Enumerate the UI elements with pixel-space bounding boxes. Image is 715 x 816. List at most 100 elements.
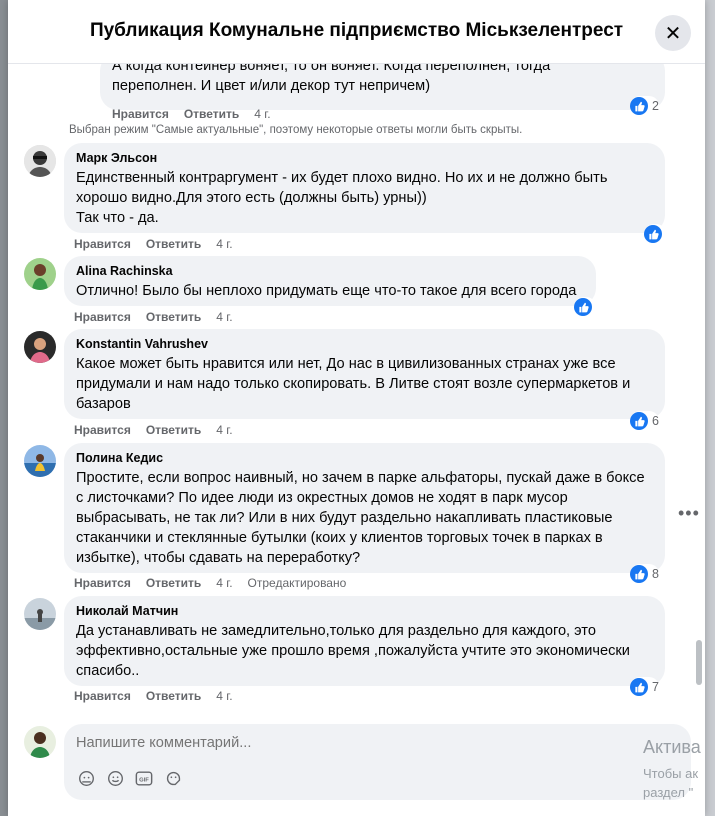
comment-time[interactable]: 4 г. [216, 237, 232, 251]
comment-text: Какое может быть нравится или нет, До на… [76, 354, 653, 414]
like-thumb-icon [630, 97, 648, 115]
like-thumb-icon [630, 565, 648, 583]
comment-text-line: А когда контейнер воняет, то он воняет. … [112, 63, 551, 74]
comment-actions: Нравится Ответить 4 г. [74, 423, 248, 437]
scrollbar-thumb[interactable] [696, 640, 702, 685]
comment-text-line: стаканчики и стеклянные бутылки (коих у … [76, 530, 603, 546]
comment-text-line: выбрасывать, не так ли? Или в них будут … [76, 510, 613, 526]
comments-scroll-area[interactable]: А когда контейнер воняет, то он воняет. … [8, 63, 705, 713]
like-link[interactable]: Нравится [74, 689, 131, 703]
comment-bubble: Полина Кедис Простите, если вопрос наивн… [64, 443, 665, 573]
reply-link[interactable]: Ответить [146, 423, 201, 437]
comment-text-line: Какое может быть нравится или нет, До на… [76, 356, 616, 372]
comment-text: Единственный контраргумент - их будет пл… [76, 168, 653, 228]
reaction-number: 7 [652, 680, 659, 694]
comment-text-line: эффективно,остальные уже прошло время ,п… [76, 643, 630, 659]
avatar[interactable] [24, 145, 56, 177]
comment-text-line: придумали и нам надо только скопировать.… [76, 376, 631, 392]
avatar[interactable] [24, 331, 56, 363]
avatar-sticker-icon[interactable] [76, 768, 96, 788]
comment-author[interactable]: Konstantin Vahrushev [76, 337, 653, 351]
comment-text-line: базаров [76, 396, 131, 412]
composer-toolbar: GIF [76, 768, 183, 788]
comment-actions: Нравится Ответить 4 г. [74, 237, 248, 251]
comment-author[interactable]: Полина Кедис [76, 451, 653, 465]
comment-author[interactable]: Николай Матчин [76, 604, 653, 618]
comment-text-line: избытке), чтобы сдавать на переработку? [76, 550, 361, 566]
comment-text: А когда контейнер воняет, то он воняет. … [112, 63, 653, 96]
comment-text-line: Отлично! Было бы неплохо придумать еще ч… [76, 283, 577, 299]
comment-input[interactable] [74, 734, 638, 752]
emoji-icon[interactable] [105, 768, 125, 788]
comment-author[interactable]: Alina Rachinska [76, 264, 584, 278]
reply-link[interactable]: Ответить [146, 576, 201, 590]
edited-label[interactable]: Отредактировано [248, 576, 347, 590]
comment-text-line: Так что - да. [76, 210, 159, 226]
reaction-number: 2 [652, 99, 659, 113]
comment-time[interactable]: 4 г. [254, 107, 270, 121]
comment-author[interactable]: Марк Эльсон [76, 151, 653, 165]
filter-notice: Выбран режим "Самые актуальные", поэтому… [69, 124, 523, 136]
reaction-count[interactable] [574, 297, 596, 317]
watermark-line: раздел " [643, 785, 694, 800]
comment-text-line: Простите, если вопрос наивный, но зачем … [76, 470, 645, 486]
like-link[interactable]: Нравится [74, 237, 131, 251]
activation-watermark: Актива [643, 737, 701, 757]
like-link[interactable]: Нравится [112, 107, 169, 121]
reaction-count[interactable]: 6 [630, 411, 659, 431]
close-icon: ✕ [664, 22, 682, 45]
reaction-count[interactable]: 7 [630, 677, 659, 697]
comment-bubble: Марк Эльсон Единственный контраргумент -… [64, 143, 665, 233]
comment-text-line: Единственный контраргумент - их будет пл… [76, 170, 608, 186]
comment-text: Простите, если вопрос наивный, но зачем … [76, 468, 653, 568]
reaction-count[interactable] [644, 224, 666, 244]
like-link[interactable]: Нравится [74, 576, 131, 590]
comment-composer: GIF [8, 713, 705, 816]
like-thumb-icon [574, 298, 592, 316]
reaction-number: 6 [652, 414, 659, 428]
comment-text-line: переполнен. И цвет и/или декор тут непри… [112, 78, 431, 94]
comment-text: Отлично! Было бы неплохо придумать еще ч… [76, 281, 584, 301]
dialog-header: Публикация Комунальне підприємство Міськ… [8, 0, 705, 64]
avatar[interactable] [24, 258, 56, 290]
watermark-line: Чтобы ак [643, 766, 699, 781]
dialog-title: Публикация Комунальне підприємство Міськ… [89, 20, 624, 41]
comment-text-line: спасибо.. [76, 663, 140, 679]
avatar[interactable] [24, 445, 56, 477]
comment-text: Да устанавливать не замедлительно,только… [76, 621, 653, 681]
gif-icon[interactable]: GIF [134, 768, 154, 788]
comment-actions: Нравится Ответить 4 г. [74, 689, 248, 703]
comment-actions: Нравится Ответить 4 г. Отредактировано [74, 576, 361, 590]
background-page [705, 0, 715, 816]
comment-text-line: хорошо видно.Для этого есть (должны быть… [76, 190, 427, 206]
more-options-icon[interactable]: ••• [678, 503, 700, 524]
reaction-count[interactable]: 8 [630, 564, 659, 584]
avatar[interactable] [24, 598, 56, 630]
comment-time[interactable]: 4 г. [216, 310, 232, 324]
comment-input-box[interactable]: GIF [64, 724, 691, 800]
comment-text-line: Да устанавливать не замедлительно,только… [76, 623, 596, 639]
comment-actions: Нравится Ответить 4 г. [74, 310, 248, 324]
comment-bubble: Alina Rachinska Отлично! Было бы неплохо… [64, 256, 596, 306]
like-link[interactable]: Нравится [74, 423, 131, 437]
reply-link[interactable]: Ответить [146, 689, 201, 703]
avatar[interactable] [24, 726, 56, 758]
comment-time[interactable]: 4 г. [216, 423, 232, 437]
like-link[interactable]: Нравится [74, 310, 131, 324]
post-dialog: Публикация Комунальне підприємство Міськ… [8, 0, 705, 816]
comment-time[interactable]: 4 г. [216, 689, 232, 703]
reply-link[interactable]: Ответить [146, 237, 201, 251]
close-button[interactable]: ✕ [655, 15, 691, 51]
comment-bubble: Konstantin Vahrushev Какое может быть нр… [64, 329, 665, 419]
comment-bubble: А когда контейнер воняет, то он воняет. … [100, 63, 665, 110]
sticker-icon[interactable] [163, 768, 183, 788]
like-thumb-icon [630, 678, 648, 696]
reaction-count[interactable]: 2 [630, 96, 659, 116]
reply-link[interactable]: Ответить [184, 107, 239, 121]
activation-watermark-text: Чтобы ак раздел " [643, 764, 698, 802]
svg-text:GIF: GIF [139, 777, 149, 783]
like-thumb-icon [630, 412, 648, 430]
reply-link[interactable]: Ответить [146, 310, 201, 324]
reaction-number: 8 [652, 567, 659, 581]
comment-time[interactable]: 4 г. [216, 576, 232, 590]
